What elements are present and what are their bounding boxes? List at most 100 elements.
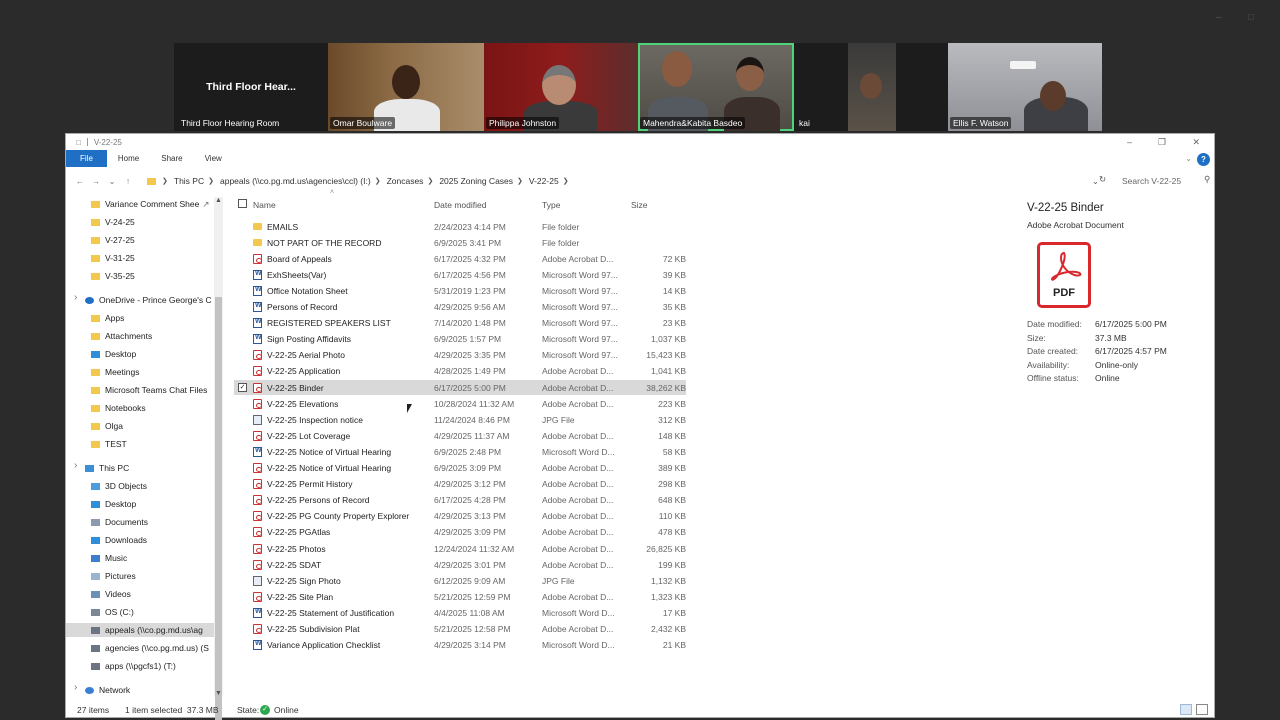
maximize-icon[interactable]: □: [1248, 12, 1253, 22]
chevron-right-icon[interactable]: ›: [74, 682, 77, 693]
sidebar-item[interactable]: Music: [66, 551, 214, 565]
chevron-right-icon[interactable]: ❯: [563, 177, 569, 185]
chevron-right-icon[interactable]: ❯: [375, 177, 381, 185]
file-row[interactable]: V-22-25 Photos 12/24/2024 11:32 AM Adobe A…: [234, 541, 686, 556]
participant-tile-active-speaker[interactable]: Mahendra&Kabita Basdeo: [638, 43, 794, 131]
chevron-right-icon[interactable]: ›: [74, 292, 77, 303]
refresh-icon[interactable]: ↻: [1099, 174, 1106, 185]
chevron-down-icon[interactable]: ⌄: [1092, 176, 1099, 187]
breadcrumb-item[interactable]: appeals (\\co.pg.md.us\agencies\ccl) (I:…: [220, 176, 371, 186]
file-row[interactable]: Variance Application Checklist 4/29/2025 …: [234, 638, 686, 653]
chevron-down-icon[interactable]: ⌄: [1185, 154, 1192, 163]
participant-tile[interactable]: Philippa Johnston: [484, 43, 638, 131]
breadcrumb-item[interactable]: This PC: [174, 176, 204, 186]
file-row[interactable]: V-22-25 Inspection notice 11/24/2024 8:46…: [234, 412, 686, 427]
sidebar-item[interactable]: Notebooks: [66, 401, 214, 415]
file-row[interactable]: V-22-25 Application 4/28/2025 1:49 PM Adob…: [234, 364, 686, 379]
participant-tile[interactable]: kai: [794, 43, 948, 131]
column-header-name[interactable]: Name: [253, 200, 276, 216]
chevron-right-icon[interactable]: ❯: [162, 177, 168, 185]
sidebar-item[interactable]: Network: [66, 683, 214, 697]
sidebar-item[interactable]: V-31-25: [66, 251, 214, 265]
file-row[interactable]: V-22-25 Site Plan 5/21/2025 12:59 PM Adobe…: [234, 589, 686, 604]
file-row[interactable]: V-22-25 Subdivision Plat 5/21/2025 12:58 …: [234, 622, 686, 637]
tab-view[interactable]: View: [194, 150, 233, 167]
column-header-type[interactable]: Type: [542, 200, 560, 216]
chevron-right-icon[interactable]: ❯: [208, 177, 214, 185]
file-row[interactable]: V-22-25 Statement of Justification 4/4/20…: [234, 605, 686, 620]
sidebar-item[interactable]: Desktop: [66, 497, 214, 511]
scroll-up-icon[interactable]: ▲: [214, 197, 223, 204]
address-bar[interactable]: ❯ This PC ❯ appeals (\\co.pg.md.us\agenc…: [147, 173, 1101, 189]
chevron-right-icon[interactable]: ❯: [517, 177, 523, 185]
forward-arrow-icon[interactable]: →: [88, 176, 104, 186]
breadcrumb-item[interactable]: Zoncases: [387, 176, 424, 186]
close-icon[interactable]: ✕: [1192, 137, 1200, 148]
file-row[interactable]: REGISTERED SPEAKERS LIST 7/14/2020 1:48 P…: [234, 316, 686, 331]
sidebar-item[interactable]: Desktop: [66, 347, 214, 361]
breadcrumb-item[interactable]: 2025 Zoning Cases: [439, 176, 513, 186]
sidebar-item[interactable]: Videos: [66, 587, 214, 601]
tab-file[interactable]: File: [66, 150, 107, 167]
sidebar-item[interactable]: Microsoft Teams Chat Files: [66, 383, 214, 397]
search-icon[interactable]: ⚲: [1204, 174, 1210, 185]
sidebar-item[interactable]: V-24-25: [66, 215, 214, 229]
sidebar-item[interactable]: apps (\\pgcfs1) (T:): [66, 659, 214, 673]
file-row[interactable]: Office Notation Sheet 5/31/2019 1:23 PM Mi…: [234, 283, 686, 298]
participant-tile[interactable]: Ellis F. Watson: [948, 43, 1102, 131]
file-row[interactable]: EMAILS 2/24/2023 4:14 PM File folder: [234, 219, 686, 234]
sidebar-item[interactable]: V-27-25: [66, 233, 214, 247]
chevron-right-icon[interactable]: ❯: [427, 177, 433, 185]
minimize-icon[interactable]: –: [1127, 137, 1132, 147]
back-arrow-icon[interactable]: ←: [72, 176, 88, 186]
pin-icon[interactable]: ↗: [202, 199, 209, 210]
tab-home[interactable]: Home: [107, 150, 150, 167]
file-row[interactable]: ✓ V-22-25 Binder 6/17/2025 5:00 PM Adobe Ac…: [234, 380, 686, 395]
select-all-checkbox[interactable]: [238, 199, 247, 208]
help-icon[interactable]: ?: [1197, 153, 1210, 166]
quick-access-toolbar-icon[interactable]: □: [76, 138, 81, 147]
file-row[interactable]: V-22-25 Notice of Virtual Hearing 6/9/202…: [234, 461, 686, 476]
minimize-icon[interactable]: –: [1216, 12, 1222, 23]
sidebar-item[interactable]: This PC: [66, 461, 214, 475]
file-row[interactable]: Sign Posting Affidavits 6/9/2025 1:57 PM M…: [234, 332, 686, 347]
column-header-date[interactable]: Date modified: [434, 200, 486, 216]
breadcrumb-item[interactable]: V-22-25: [529, 176, 559, 186]
tab-share[interactable]: Share: [150, 150, 193, 167]
participant-tile[interactable]: Omar Boulware: [328, 43, 484, 131]
sidebar-item[interactable]: Downloads: [66, 533, 214, 547]
row-checkbox[interactable]: ✓: [238, 383, 247, 392]
nav-scrollbar[interactable]: ▲ ▼: [214, 197, 223, 720]
sidebar-item[interactable]: OneDrive - Prince George's C: [66, 293, 214, 307]
details-view-icon[interactable]: [1180, 704, 1192, 715]
sidebar-item[interactable]: TEST: [66, 437, 214, 451]
file-row[interactable]: V-22-25 Persons of Record 6/17/2025 4:28 …: [234, 493, 686, 508]
sidebar-item[interactable]: V-35-25: [66, 269, 214, 283]
sidebar-item[interactable]: agencies (\\co.pg.md.us) (S: [66, 641, 214, 655]
sidebar-item[interactable]: Olga: [66, 419, 214, 433]
sidebar-item[interactable]: Variance Comment Shee ↗: [66, 197, 214, 211]
file-row[interactable]: V-22-25 Notice of Virtual Hearing 6/9/202…: [234, 444, 686, 459]
up-arrow-icon[interactable]: ↑: [120, 176, 136, 186]
file-row[interactable]: V-22-25 Elevations 10/28/2024 11:32 AM Ado…: [234, 396, 686, 411]
file-row[interactable]: Board of Appeals 6/17/2025 4:32 PM Adobe A…: [234, 251, 686, 266]
scrollbar-thumb[interactable]: [215, 297, 222, 720]
sidebar-item[interactable]: Pictures: [66, 569, 214, 583]
large-icons-view-icon[interactable]: [1196, 704, 1208, 715]
file-row[interactable]: Persons of Record 4/29/2025 9:56 AM Micros…: [234, 300, 686, 315]
search-input[interactable]: Search V-22-25: [1118, 173, 1206, 189]
file-row[interactable]: V-22-25 Aerial Photo 4/29/2025 3:35 PM Mic…: [234, 348, 686, 363]
scroll-down-icon[interactable]: ▼: [214, 690, 223, 697]
file-row[interactable]: V-22-25 PGAtlas 4/29/2025 3:09 PM Adobe Ac…: [234, 525, 686, 540]
sidebar-item[interactable]: Meetings: [66, 365, 214, 379]
sidebar-item[interactable]: appeals (\\co.pg.md.us\ag: [66, 623, 214, 637]
file-row[interactable]: V-22-25 Sign Photo 6/12/2025 9:09 AM JPG F…: [234, 573, 686, 588]
file-row[interactable]: NOT PART OF THE RECORD 6/9/2025 3:41 PM Fi…: [234, 235, 686, 250]
sidebar-item[interactable]: Apps: [66, 311, 214, 325]
participant-tile-room[interactable]: Third Floor Hear... Third Floor Hearing …: [174, 43, 328, 131]
file-row[interactable]: V-22-25 Permit History 4/29/2025 3:12 PM A…: [234, 477, 686, 492]
sidebar-item[interactable]: Attachments: [66, 329, 214, 343]
maximize-icon[interactable]: ❐: [1158, 137, 1166, 148]
file-row[interactable]: ExhSheets(Var) 6/17/2025 4:56 PM Microsoft…: [234, 267, 686, 282]
recent-locations-icon[interactable]: ⌄: [104, 176, 120, 187]
